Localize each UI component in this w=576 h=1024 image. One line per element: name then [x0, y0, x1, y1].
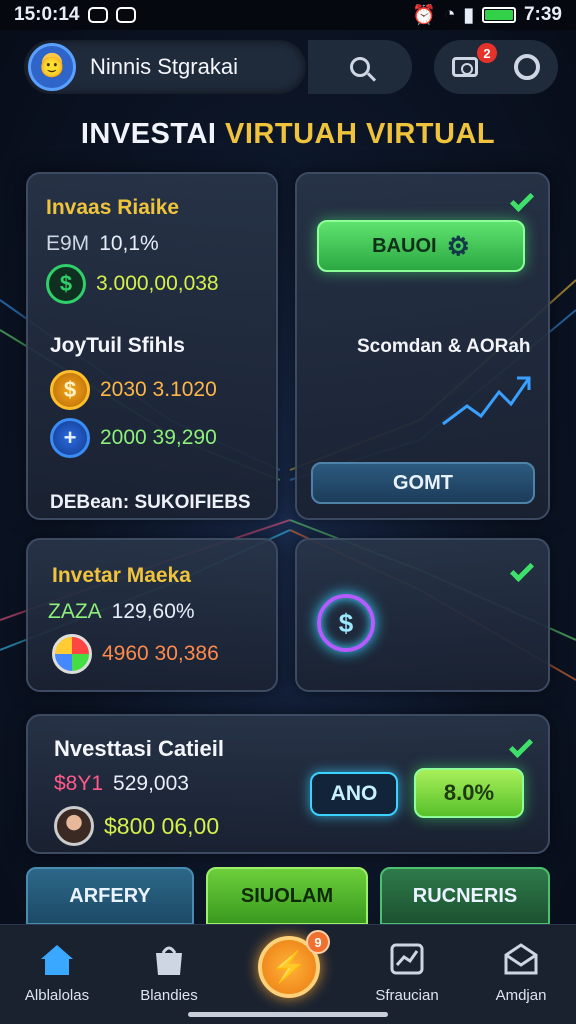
- rate-value: 10,1%: [99, 232, 159, 255]
- label-row: $8Y1 529,003: [54, 772, 189, 796]
- bottom-button-2[interactable]: SIUOLAM: [206, 867, 368, 925]
- neon-dollar-icon: $: [317, 594, 375, 652]
- bottom-button-3[interactable]: RUCNERIS: [380, 867, 550, 925]
- card-footer: DEBean: SUKOIFIEBS: [50, 492, 251, 513]
- capital-card[interactable]: Nvesttasi Catieil $8Y1 529,003 $800 06,0…: [26, 714, 550, 854]
- search-button[interactable]: [308, 40, 412, 94]
- trend-up-icon: [442, 376, 531, 426]
- gold-row: $ 2030 3.1020: [50, 370, 217, 410]
- gold-coin-icon: $: [50, 370, 90, 410]
- rate-row: E9M 10,1%: [46, 232, 159, 256]
- nav-item-mail[interactable]: Amdjan: [466, 941, 576, 1004]
- card-title: Invaas Riaike: [46, 196, 180, 219]
- action-caption: Scomdan & AORah: [357, 336, 531, 357]
- blue-coin-icon: +: [50, 418, 90, 458]
- rate-label: ZAZA: [48, 600, 102, 623]
- investment-card[interactable]: Invaas Riaike E9M 10,1% $ 3.000,00,038 J…: [26, 172, 278, 520]
- balance-row: $ 3.000,00,038: [46, 264, 219, 304]
- market-card[interactable]: Invetar Maeka ZAZA 129,60% 4960 30,386: [26, 538, 278, 692]
- rate-label: E9M: [46, 232, 90, 255]
- chrome-coin-icon: [52, 634, 92, 674]
- nav-item-home[interactable]: Alblalolas: [2, 941, 112, 1004]
- status-bar: 15:0:14 ⏰ ◔ ▮ 7:39: [0, 0, 576, 30]
- rate-value: 129,60%: [111, 600, 195, 623]
- primary-action-button[interactable]: BAUOI ⚙: [317, 220, 525, 272]
- capital-total: $800 06,00: [104, 812, 220, 839]
- blue-row: + 2000 39,290: [50, 418, 217, 458]
- profile-header[interactable]: 🙂 Ninnis Stgrakai: [24, 40, 306, 94]
- nav-label: Amdjan: [495, 987, 547, 1004]
- fab-badge: 9: [306, 930, 330, 954]
- bag-icon: [156, 946, 182, 975]
- page-title: INVESTAI VIRTUAH VIRTUAL: [80, 118, 496, 150]
- blue-value: 2000 39,290: [100, 426, 217, 449]
- settings-icon[interactable]: [514, 54, 540, 80]
- notification-badge: 2: [477, 43, 497, 63]
- rate-row: ZAZA 129,60%: [48, 600, 195, 624]
- alarm-icon: ⏰: [412, 5, 437, 26]
- status-time: 15:0:14: [14, 4, 80, 25]
- section-subtitle: JoyTuil Sfihls: [50, 334, 185, 357]
- nav-item-bag[interactable]: Blandies: [114, 941, 224, 1004]
- ano-button[interactable]: ANO: [310, 772, 398, 816]
- avatar[interactable]: 🙂: [28, 43, 76, 91]
- dollar-card[interactable]: $: [295, 538, 550, 692]
- home-icon: [41, 945, 73, 975]
- market-value: 4960 30,386: [102, 642, 219, 665]
- action-card[interactable]: BAUOI ⚙ Scomdan & AORah GOMT: [295, 172, 550, 520]
- nav-label: Sfraucian: [375, 987, 439, 1004]
- signal-icon: ▮: [463, 4, 474, 26]
- chart-icon: [390, 943, 424, 975]
- secondary-button[interactable]: GOMT: [311, 462, 535, 504]
- search-icon: [350, 57, 370, 77]
- notification-icon: [87, 7, 108, 23]
- card-title: Invetar Maeka: [52, 564, 191, 587]
- camera-icon[interactable]: [452, 57, 478, 77]
- capital-value: 529,003: [113, 772, 189, 795]
- balance-value: 3.000,00,038: [96, 272, 219, 295]
- dollar-coin-icon: $: [46, 264, 86, 304]
- nav-item-chart[interactable]: Sfraucian: [352, 941, 462, 1004]
- profile-name: Ninnis Stgrakai: [90, 54, 238, 79]
- percent-button[interactable]: 8.0%: [414, 768, 524, 818]
- user-photo-avatar: [54, 806, 94, 846]
- app-icon: [115, 7, 136, 23]
- check-icon: [509, 187, 535, 213]
- gear-icon: ⚙: [446, 230, 470, 261]
- photo-row: $800 06,00: [54, 806, 219, 846]
- status-clock: 7:39: [523, 4, 562, 25]
- gold-value: 2030 3.1020: [100, 378, 217, 401]
- home-indicator[interactable]: [188, 1012, 388, 1017]
- card-title: Nvesttasi Catieil: [54, 736, 224, 761]
- capital-label: $8Y1: [54, 772, 104, 795]
- value-row: 4960 30,386: [52, 634, 219, 674]
- bottom-button-1[interactable]: ARFERY: [26, 867, 194, 925]
- battery-icon: [481, 7, 516, 23]
- check-icon: [509, 557, 535, 583]
- check-icon: [508, 733, 534, 759]
- lightning-icon: ⚡: [270, 950, 308, 984]
- wifi-icon: ◔: [444, 4, 456, 25]
- nav-label: Alblalolas: [24, 987, 90, 1004]
- mail-icon: [504, 943, 538, 975]
- nav-label: Blandies: [140, 987, 198, 1004]
